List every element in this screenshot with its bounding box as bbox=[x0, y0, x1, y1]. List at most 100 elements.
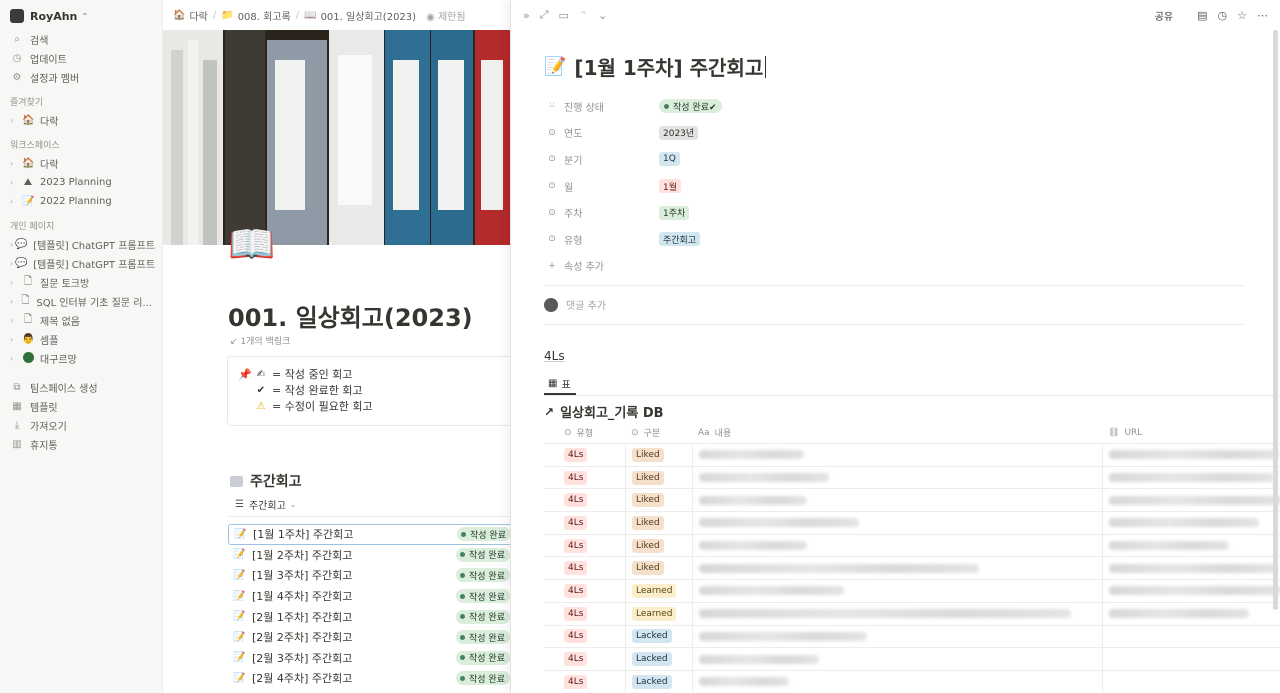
sidebar-item-chatgpt-template-1[interactable]: › 💬 [템플릿] ChatGPT 프롬프트 bbox=[0, 235, 162, 254]
list-item[interactable]: 📝 [1월 2주차] 주간회고 작성 완료 bbox=[228, 545, 510, 566]
property-value[interactable]: 작성 완료✔ bbox=[659, 99, 722, 114]
column-header-url[interactable]: ⛓ URL bbox=[1102, 422, 1280, 443]
redacted-content[interactable] bbox=[699, 631, 867, 641]
table-row[interactable]: 4Ls Liked bbox=[544, 489, 1280, 513]
sidebar-item-question-room[interactable]: › 🗋 질문 토크방 bbox=[0, 273, 162, 292]
sidebar-item-import[interactable]: ⤓ 가져오기 bbox=[0, 416, 162, 435]
redacted-content[interactable] bbox=[699, 518, 859, 528]
sidebar-item-daegu[interactable]: › 대구르망 bbox=[0, 349, 162, 368]
redacted-content[interactable] bbox=[699, 654, 819, 664]
sidebar-item-updates[interactable]: ◷ 업데이트 bbox=[0, 49, 162, 68]
comment-icon[interactable]: ▤ bbox=[1197, 9, 1207, 22]
chevron-right-icon[interactable]: › bbox=[10, 354, 20, 363]
redacted-content[interactable] bbox=[699, 541, 807, 551]
category-tag[interactable]: Liked bbox=[632, 447, 664, 462]
property-row[interactable]: ⊙ 주차 1주차 bbox=[546, 199, 1246, 226]
chevron-down-icon[interactable]: ⌄ bbox=[598, 9, 607, 22]
list-item[interactable]: 📝 [1월 3주차] 주간회고 작성 완료 bbox=[228, 565, 510, 586]
property-row[interactable]: ⊙ 분기 1Q bbox=[546, 146, 1246, 173]
sidebar-item-search[interactable]: ⌕ 검색 bbox=[0, 30, 162, 49]
category-tag[interactable]: Liked bbox=[632, 561, 664, 576]
chevron-right-icon[interactable]: › bbox=[10, 335, 20, 344]
category-tag[interactable]: Lacked bbox=[632, 674, 672, 689]
comment-input[interactable]: 댓글 추가 bbox=[544, 297, 606, 312]
category-tag[interactable]: Liked bbox=[632, 470, 664, 485]
redacted-content[interactable] bbox=[699, 609, 1071, 619]
property-value[interactable]: 1월 bbox=[659, 179, 682, 194]
category-tag[interactable]: Lacked bbox=[632, 629, 672, 644]
property-value[interactable]: 1Q bbox=[659, 152, 680, 167]
category-tag[interactable]: Learned bbox=[632, 583, 677, 598]
close-peek-icon[interactable]: » bbox=[523, 9, 530, 22]
type-tag[interactable]: 4Ls bbox=[564, 629, 588, 644]
redacted-url[interactable] bbox=[1109, 586, 1280, 596]
chevron-up-icon[interactable]: ⌃ bbox=[579, 9, 588, 22]
property-row[interactable]: ⊙ 연도 2023년 bbox=[546, 120, 1246, 147]
workspace-switcher[interactable]: RoyAhn ⌃ bbox=[0, 6, 162, 26]
table-row[interactable]: 4Ls Liked bbox=[544, 534, 1280, 558]
redacted-url[interactable] bbox=[1109, 495, 1280, 505]
list-item[interactable]: 📝 [2월 3주차] 주간회고 작성 완료 bbox=[228, 648, 510, 669]
redacted-content[interactable] bbox=[699, 450, 804, 460]
category-tag[interactable]: Lacked bbox=[632, 652, 672, 667]
type-tag[interactable]: 4Ls bbox=[564, 447, 588, 462]
type-tag[interactable]: 4Ls bbox=[564, 606, 588, 621]
sidebar-item-2023-planning[interactable]: › ⛰ 2023 Planning bbox=[0, 173, 162, 192]
table-row[interactable]: 4Ls Lacked bbox=[544, 625, 1280, 649]
column-header-category[interactable]: ⊙ 구분 bbox=[625, 422, 692, 443]
scrollbar[interactable] bbox=[1273, 30, 1278, 610]
sidebar-item-sql-interview[interactable]: › 🗋 SQL 인터뷰 기초 질문 리... bbox=[0, 292, 162, 311]
view-selector[interactable]: ☰ 주간회고 ⌄ bbox=[235, 497, 296, 512]
chevron-right-icon[interactable]: › bbox=[10, 278, 20, 287]
expand-icon[interactable]: ⤢ bbox=[540, 8, 549, 22]
side-peek-icon[interactable]: ▭ bbox=[559, 9, 569, 22]
section-heading[interactable]: 주간회고 bbox=[230, 471, 302, 491]
breadcrumb-item[interactable]: 001. 일상회고(2023) bbox=[321, 8, 417, 23]
type-tag[interactable]: 4Ls bbox=[564, 470, 588, 485]
type-tag[interactable]: 4Ls bbox=[564, 583, 588, 598]
book-icon[interactable]: 📖 bbox=[228, 222, 275, 267]
chevron-right-icon[interactable]: › bbox=[10, 178, 20, 187]
tab-table-view[interactable]: ▦ 표 bbox=[548, 373, 571, 393]
database-title[interactable]: ↗ 일상회고_기록 DB bbox=[544, 402, 664, 422]
redacted-content[interactable] bbox=[699, 586, 844, 596]
property-row[interactable]: ⊙ 유형 주간회고 bbox=[546, 226, 1246, 253]
backlinks-link[interactable]: ↙ 1개의 백링크 bbox=[230, 334, 290, 347]
page-title[interactable]: 001. 일상회고(2023) bbox=[228, 298, 473, 333]
chevron-right-icon[interactable]: › bbox=[10, 316, 20, 325]
list-item[interactable]: 📝 [2월 2주차] 주간회고 작성 완료 bbox=[228, 627, 510, 648]
property-row[interactable]: ⊙ 월 1월 bbox=[546, 173, 1246, 200]
list-item[interactable]: 📝 [1월 4주차] 주간회고 작성 완료 bbox=[228, 586, 510, 607]
share-button[interactable]: 공유 bbox=[1155, 8, 1173, 23]
table-row[interactable]: 4Ls Learned bbox=[544, 580, 1280, 603]
redacted-content[interactable] bbox=[699, 677, 789, 687]
table-row[interactable]: 4Ls Lacked bbox=[544, 648, 1280, 671]
chevron-right-icon[interactable]: › bbox=[10, 116, 20, 125]
category-tag[interactable]: Liked bbox=[632, 515, 664, 530]
sidebar-item-settings[interactable]: ⚙ 설정과 멤버 bbox=[0, 68, 162, 87]
sidebar-item-untitled[interactable]: › 🗋 제목 없음 bbox=[0, 311, 162, 330]
redacted-url[interactable] bbox=[1109, 518, 1259, 528]
property-value[interactable]: 주간회고 bbox=[659, 232, 701, 247]
peek-title[interactable]: 📝 [1월 1주차] 주간회고 bbox=[544, 52, 767, 81]
more-icon[interactable]: ⋯ bbox=[1257, 9, 1268, 22]
redacted-content[interactable] bbox=[699, 473, 829, 483]
sidebar-item-trash[interactable]: ▥ 휴지통 bbox=[0, 435, 162, 454]
history-icon[interactable]: ◷ bbox=[1218, 9, 1228, 22]
chevron-right-icon[interactable]: › bbox=[10, 259, 13, 268]
table-row[interactable]: 4Ls Learned bbox=[544, 602, 1280, 626]
list-item[interactable]: 📝 [1월 1주차] 주간회고 작성 완료 bbox=[228, 524, 510, 545]
category-tag[interactable]: Learned bbox=[632, 606, 677, 621]
redacted-content[interactable] bbox=[699, 563, 979, 573]
sidebar-item-sample[interactable]: › 👨 셈플 bbox=[0, 330, 162, 349]
table-row[interactable]: 4Ls Liked bbox=[544, 444, 1280, 467]
sidebar-item-2022-planning[interactable]: › 📝 2022 Planning bbox=[0, 192, 162, 211]
table-row[interactable]: 4Ls Liked bbox=[544, 557, 1280, 581]
table-row[interactable]: 4Ls Liked bbox=[544, 466, 1280, 490]
chevron-right-icon[interactable]: › bbox=[10, 159, 20, 168]
column-header-content[interactable]: Aa 내용 bbox=[692, 422, 1102, 443]
sidebar-item-darak[interactable]: › 🏠 다락 bbox=[0, 154, 162, 173]
list-item[interactable]: 📝 [2월 1주차] 주간회고 작성 완료 bbox=[228, 606, 510, 627]
type-tag[interactable]: 4Ls bbox=[564, 652, 588, 667]
chevron-right-icon[interactable]: › bbox=[10, 297, 18, 306]
